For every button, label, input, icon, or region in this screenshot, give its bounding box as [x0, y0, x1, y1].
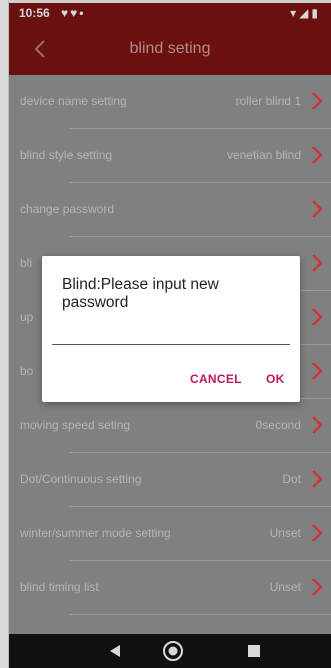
- chevron-right-icon: [312, 578, 323, 596]
- system-icons: ▾◢▮: [290, 6, 321, 20]
- status-time: 10:56: [19, 6, 50, 20]
- row-divider: [69, 614, 331, 615]
- chevron-right-icon: [312, 470, 323, 488]
- setting-value: roller blind 1: [235, 94, 301, 108]
- setting-label: winter/summer mode setting: [20, 526, 171, 540]
- password-input[interactable]: [52, 344, 290, 345]
- phone-screen: 10:56 ♥♥• ▾◢▮ blind seting device name s…: [9, 3, 331, 668]
- cancel-button[interactable]: CANCEL: [190, 372, 242, 386]
- navigation-bar: [9, 634, 331, 668]
- password-dialog: Blind:Please input new password CANCEL O…: [42, 256, 300, 402]
- setting-value: 0second: [255, 418, 301, 432]
- setting-label: change password: [20, 202, 115, 216]
- signal-icon: ◢: [299, 6, 312, 20]
- battery-icon: ▮: [311, 6, 321, 20]
- chevron-right-icon: [312, 416, 323, 434]
- recents-square-icon[interactable]: [248, 645, 260, 657]
- setting-row-change-password[interactable]: change password: [9, 183, 331, 237]
- chevron-right-icon: [312, 524, 323, 542]
- setting-row-dot-continuous[interactable]: Dot/Continuous setting Dot: [9, 453, 331, 507]
- setting-label: bo: [20, 364, 34, 378]
- setting-label: Dot/Continuous setting: [20, 472, 142, 486]
- home-circle-icon[interactable]: [162, 640, 184, 662]
- chevron-right-icon: [312, 254, 323, 272]
- window-frame-left: [0, 0, 9, 668]
- setting-row-blind-timing[interactable]: blind timing list Unset: [9, 561, 331, 615]
- setting-label: device name setting: [20, 94, 127, 108]
- setting-row-moving-speed[interactable]: moving speed seting 0second: [9, 399, 331, 453]
- heart-icon: ♥: [70, 6, 80, 20]
- setting-label: blind timing list: [20, 580, 99, 594]
- ok-button[interactable]: OK: [266, 372, 285, 386]
- chevron-right-icon: [312, 146, 323, 164]
- back-triangle-icon[interactable]: [108, 644, 122, 658]
- setting-value: venetian blind: [226, 148, 301, 162]
- chevron-right-icon: [312, 92, 323, 110]
- page-title: blind seting: [129, 40, 211, 57]
- setting-row-blind-style[interactable]: blind style setting venetian blind: [9, 129, 331, 183]
- chevron-right-icon: [312, 308, 323, 326]
- chevron-right-icon: [312, 362, 323, 380]
- setting-label: up: [20, 310, 34, 324]
- setting-label: blind style setting: [20, 148, 113, 162]
- wifi-icon: ▾: [290, 6, 300, 20]
- status-bar: 10:56 ♥♥• ▾◢▮: [9, 3, 331, 25]
- setting-row-winter-summer[interactable]: winter/summer mode setting Unset: [9, 507, 331, 561]
- setting-label: moving speed seting: [20, 418, 131, 432]
- setting-row-device-name[interactable]: device name setting roller blind 1: [9, 75, 331, 129]
- setting-value: Unset: [269, 526, 301, 540]
- setting-value: Dot: [282, 472, 301, 486]
- setting-value: Unset: [269, 580, 301, 594]
- setting-label: bli: [20, 256, 33, 270]
- dialog-message: Blind:Please input new password: [62, 276, 219, 311]
- notification-icons: ♥♥•: [61, 6, 86, 20]
- chevron-right-icon: [312, 200, 323, 218]
- app-bar: blind seting: [9, 25, 331, 75]
- heart-icon: ♥: [61, 6, 71, 20]
